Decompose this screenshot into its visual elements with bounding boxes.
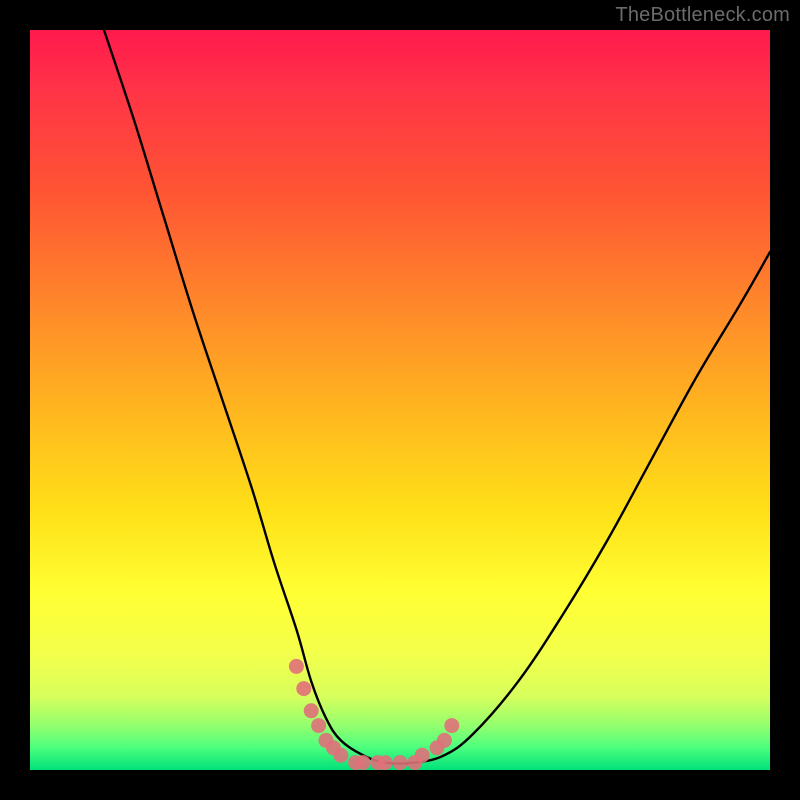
chart-frame: TheBottleneck.com [0, 0, 800, 800]
plot-area [30, 30, 770, 770]
highlight-dot [333, 748, 348, 763]
highlight-dot [304, 703, 319, 718]
curve-layer [30, 30, 770, 770]
watermark-text: TheBottleneck.com [615, 4, 790, 27]
highlight-dot [311, 718, 326, 733]
highlight-dots [289, 659, 459, 770]
highlight-dot [393, 755, 408, 770]
highlight-dot [356, 755, 371, 770]
bottleneck-curve [104, 30, 770, 764]
highlight-dot [444, 718, 459, 733]
highlight-dot [415, 748, 430, 763]
highlight-dot [289, 659, 304, 674]
highlight-dot [378, 755, 393, 770]
highlight-dot [296, 681, 311, 696]
highlight-dot [437, 733, 452, 748]
